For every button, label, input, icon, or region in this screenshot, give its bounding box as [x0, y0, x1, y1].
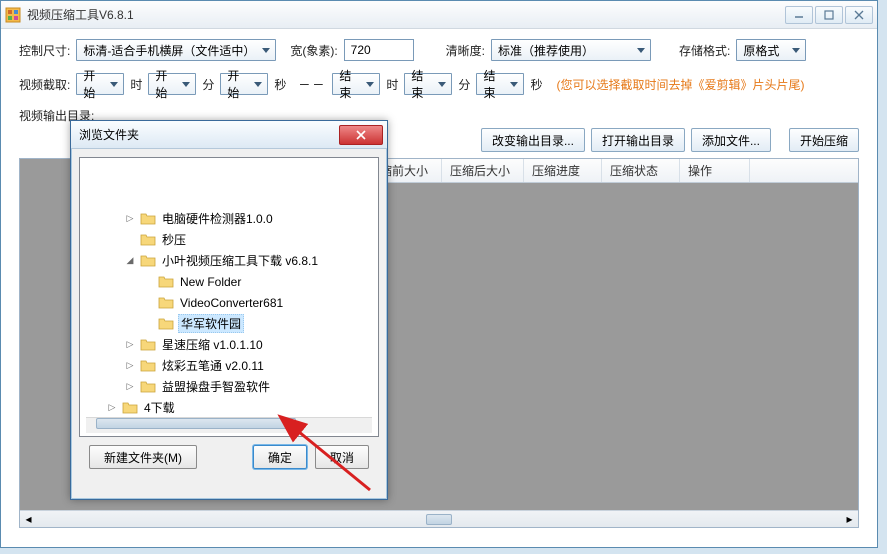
size-combo[interactable]: 标清-适合手机横屏（文件适中） — [76, 39, 276, 61]
minimize-button[interactable] — [785, 6, 813, 24]
start-min-combo[interactable]: 开始 — [148, 73, 196, 95]
tree-scrollbar-thumb[interactable] — [96, 418, 296, 429]
tree-item-label: 星速压缩 v1.0.1.10 — [160, 336, 265, 353]
table-header: 压缩前大小 压缩后大小 压缩进度 压缩状态 操作 — [360, 159, 858, 183]
tree-item-label: 益盟操盘手智盈软件 — [160, 378, 272, 395]
tree-item[interactable]: ▷ 4下载 — [88, 397, 376, 418]
dialog-close-button[interactable] — [339, 125, 383, 145]
col-action[interactable]: 操作 — [680, 159, 750, 182]
scroll-right-icon[interactable]: ▸ — [841, 512, 858, 527]
folder-icon — [122, 401, 138, 415]
scroll-left-icon[interactable]: ◂ — [20, 512, 37, 527]
tree-item[interactable]: ▷ 星速压缩 v1.0.1.10 — [88, 334, 376, 355]
expander-icon[interactable]: ◢ — [124, 255, 136, 266]
tree-item[interactable]: 秒压 — [88, 229, 376, 250]
tree-item-label: VideoConverter681 — [178, 296, 285, 310]
sec-unit: 秒 — [274, 76, 286, 93]
dialog-titlebar: 浏览文件夹 — [71, 121, 387, 149]
open-output-dir-button[interactable]: 打开输出目录 — [591, 128, 685, 152]
tree-item-label: 炫彩五笔通 v2.0.11 — [160, 357, 266, 374]
new-folder-button[interactable]: 新建文件夹(M) — [89, 445, 197, 469]
titlebar: 视频压缩工具V6.8.1 — [1, 1, 877, 29]
col-status[interactable]: 压缩状态 — [602, 159, 680, 182]
start-sec-combo[interactable]: 开始 — [220, 73, 268, 95]
folder-icon — [140, 359, 156, 373]
dialog-title: 浏览文件夹 — [79, 126, 139, 143]
folder-icon — [158, 317, 174, 331]
folder-icon — [140, 338, 156, 352]
tree-item-label: 秒压 — [160, 231, 188, 248]
format-combo[interactable]: 原格式 — [736, 39, 806, 61]
folder-icon — [140, 254, 156, 268]
format-label: 存储格式: — [679, 42, 730, 59]
tree-item[interactable]: VideoConverter681 — [88, 292, 376, 313]
end-hour-combo[interactable]: 结束 — [332, 73, 380, 95]
start-hour-combo[interactable]: 开始 — [76, 73, 124, 95]
folder-icon — [158, 296, 174, 310]
tree-item-label: 小叶视频压缩工具下载 v6.8.1 — [160, 252, 320, 269]
width-input[interactable]: 720 — [344, 39, 414, 61]
close-button[interactable] — [845, 6, 873, 24]
tree-item-label: 4下载 — [142, 399, 177, 416]
width-label: 宽(象素): — [290, 42, 337, 59]
tree-item-label: 电脑硬件检测器1.0.0 — [160, 210, 275, 227]
expander-icon[interactable]: ▷ — [106, 402, 118, 413]
change-output-dir-button[interactable]: 改变输出目录... — [481, 128, 585, 152]
tree-item[interactable]: ▷ 炫彩五笔通 v2.0.11 — [88, 355, 376, 376]
capture-note: (您可以选择截取时间去掉《爱剪辑》片头片尾) — [556, 76, 804, 93]
end-min-combo[interactable]: 结束 — [404, 73, 452, 95]
scrollbar-thumb[interactable] — [426, 514, 452, 525]
expander-icon[interactable]: ▷ — [124, 360, 136, 371]
folder-icon — [140, 233, 156, 247]
tree-item-label: New Folder — [178, 275, 243, 289]
tree-item[interactable]: ▷ 益盟操盘手智盈软件 — [88, 376, 376, 397]
tree-item[interactable]: 华军软件园 — [88, 313, 376, 334]
capture-label: 视频截取: — [19, 76, 70, 93]
col-progress[interactable]: 压缩进度 — [524, 159, 602, 182]
start-compress-button[interactable]: 开始压缩 — [789, 128, 859, 152]
expander-icon[interactable]: ▷ — [124, 213, 136, 224]
ok-button[interactable]: 确定 — [253, 445, 307, 469]
tree-item[interactable]: New Folder — [88, 271, 376, 292]
horizontal-scrollbar[interactable]: ◂ ▸ — [20, 510, 858, 527]
hour-unit-2: 时 — [386, 76, 398, 93]
size-label: 控制尺寸: — [19, 42, 70, 59]
tree-horizontal-scrollbar[interactable] — [86, 417, 372, 433]
app-icon — [5, 7, 21, 23]
folder-icon — [140, 212, 156, 226]
dash: －－ — [298, 76, 326, 93]
clarity-label: 清晰度: — [446, 42, 485, 59]
tree-item[interactable]: ▷ 电脑硬件检测器1.0.0 — [88, 208, 376, 229]
min-unit-2: 分 — [458, 76, 470, 93]
folder-tree[interactable]: ▷ 电脑硬件检测器1.0.0 秒压 ◢ 小叶视频压缩工具下载 v6.8.1 New Fol… — [79, 157, 379, 437]
close-icon — [355, 130, 367, 140]
sec-unit-2: 秒 — [530, 76, 542, 93]
cancel-button[interactable]: 取消 — [315, 445, 369, 469]
end-sec-combo[interactable]: 结束 — [476, 73, 524, 95]
maximize-button[interactable] — [815, 6, 843, 24]
toolbar: 控制尺寸: 标清-适合手机横屏（文件适中） 宽(象素): 720 清晰度: 标准… — [1, 29, 877, 132]
min-unit: 分 — [202, 76, 214, 93]
browse-folder-dialog: 浏览文件夹 ▷ 电脑硬件检测器1.0.0 秒压 ◢ 小叶视频压缩工具下载 v6.8.1 N… — [70, 120, 388, 500]
folder-icon — [158, 275, 174, 289]
tree-item-label: 华军软件园 — [178, 314, 244, 333]
window-title: 视频压缩工具V6.8.1 — [27, 6, 785, 23]
folder-icon — [140, 380, 156, 394]
clarity-combo[interactable]: 标准（推荐使用） — [491, 39, 651, 61]
expander-icon[interactable]: ▷ — [124, 381, 136, 392]
tree-item[interactable]: ◢ 小叶视频压缩工具下载 v6.8.1 — [88, 250, 376, 271]
col-after[interactable]: 压缩后大小 — [442, 159, 524, 182]
hour-unit: 时 — [130, 76, 142, 93]
add-file-button[interactable]: 添加文件... — [691, 128, 771, 152]
expander-icon[interactable]: ▷ — [124, 339, 136, 350]
